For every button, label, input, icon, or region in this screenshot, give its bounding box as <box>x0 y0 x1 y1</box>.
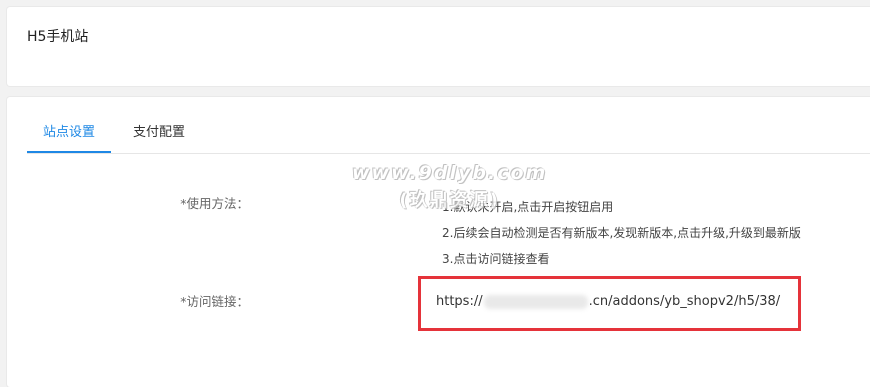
instruction-line: 2.后续会自动检测是否有新版本,发现新版本,点击升级,升级到最新版 <box>442 226 801 240</box>
usage-label: *使用方法： <box>180 196 249 211</box>
usage-instructions: 1.默认未开启,点击开启按钮启用 2.后续会自动检测是否有新版本,发现新版本,点… <box>442 194 801 272</box>
header-card: H5手机站 <box>7 7 870 86</box>
tab-payment-config[interactable]: 支付配置 <box>117 113 201 153</box>
instruction-line: 1.默认未开启,点击开启按钮启用 <box>442 200 614 214</box>
access-link[interactable]: https:// .cn/addons/yb_shopv2/h5/38/ <box>436 294 780 309</box>
page-title: H5手机站 <box>27 29 89 45</box>
redacted-domain <box>483 294 588 309</box>
access-link-label: *访问链接： <box>180 294 249 309</box>
watermark-url: www.9dlyb.com <box>352 162 548 184</box>
tab-site-settings[interactable]: 站点设置 <box>27 113 112 153</box>
link-prefix: https:// <box>436 294 483 309</box>
settings-card: 站点设置 支付配置 *使用方法： 1.默认未开启,点击开启按钮启用 2.后续会自… <box>7 97 870 387</box>
instruction-line: 3.点击访问链接查看 <box>442 252 550 266</box>
tab-bar: 站点设置 支付配置 <box>27 113 870 154</box>
highlight-box: https:// .cn/addons/yb_shopv2/h5/38/ <box>418 276 801 331</box>
link-suffix: .cn/addons/yb_shopv2/h5/38/ <box>588 294 781 309</box>
